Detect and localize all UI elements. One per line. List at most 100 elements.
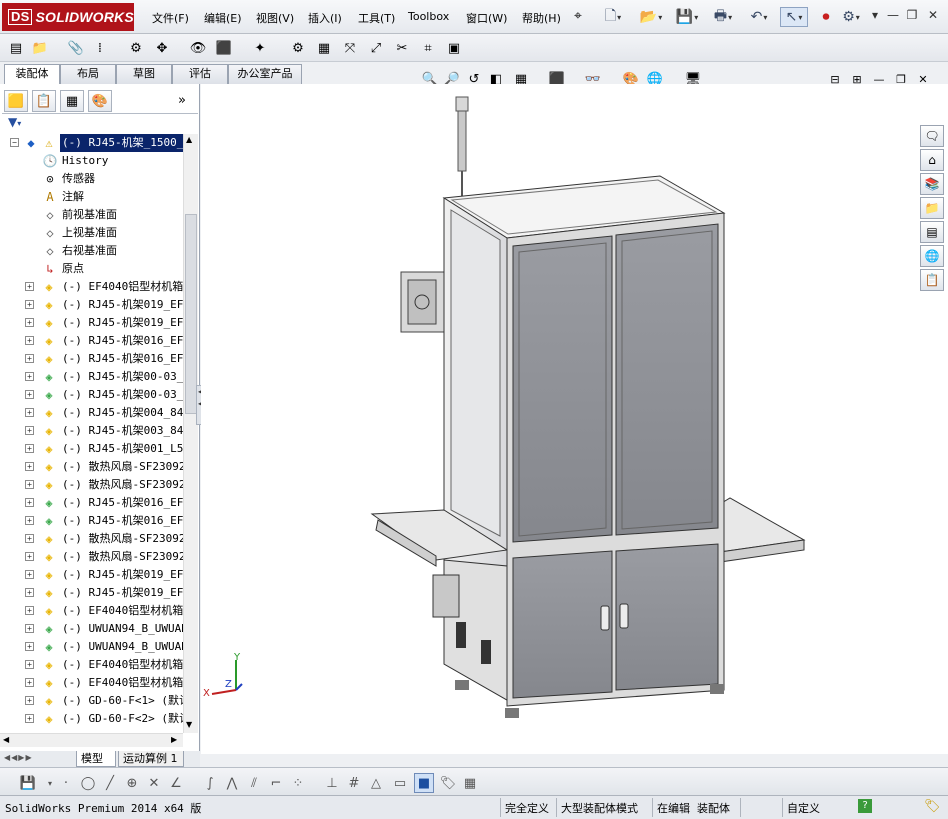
expand-icon[interactable]: + [25,552,34,561]
offset-icon[interactable]: ⫽ [244,773,264,793]
tab-sketch[interactable]: 草图 [116,64,172,84]
expand-icon[interactable]: + [25,588,34,597]
new-part-icon[interactable]: 📁 [30,38,50,58]
line-icon[interactable]: ╱ [100,773,120,793]
tag-status-icon[interactable]: 🏷 [924,799,941,814]
tree-component-row[interactable]: + ◈ (-) 散热风扇-SF23092 [0,458,183,476]
view-palette-icon[interactable]: ▤ [920,221,944,243]
tree-component-row[interactable]: + ◈ (-) UWUAN94_B_UWUAN9 [0,620,183,638]
minimize-icon[interactable]: — [884,8,902,24]
mirror-icon[interactable]: ⋀ [222,773,242,793]
tree-component-row[interactable]: + ◈ (-) RJ45-机架019_EF4 [0,314,183,332]
tree-component-row[interactable]: + ◈ (-) RJ45-机架00-03_L [0,368,183,386]
trim-icon[interactable]: ✕ [144,773,164,793]
expand-icon[interactable]: + [25,300,34,309]
expand-icon[interactable]: + [25,714,34,723]
tree-item[interactable]: ◇ 前视基准面 [0,206,183,224]
triangle-icon[interactable]: △ [366,773,386,793]
tab-model[interactable]: 模型 [76,751,116,767]
tree-component-row[interactable]: + ◈ (-) EF4040铝型材机箱 [0,656,183,674]
home-icon[interactable]: ⌂ [920,149,944,171]
clearance-verification-icon[interactable]: ⌗ [418,38,438,58]
tree-component-row[interactable]: + ◈ (-) 散热风扇-SF23092 [0,548,183,566]
scroll-thumb[interactable] [185,214,197,414]
panel-expand-icon[interactable]: » [178,93,186,108]
tab-evaluate[interactable]: 评估 [172,64,228,84]
tree-component-row[interactable]: + ◈ (-) GD-60-F<2> (默认 [0,710,183,728]
open-folder-icon[interactable]: 📂 ▾ [636,7,666,27]
save-icon[interactable]: 💾 ▾ [672,7,702,27]
expand-icon[interactable]: + [25,408,34,417]
tree-item[interactable]: ⊙ 传感器 [0,170,183,188]
move-component-icon[interactable]: ✥ [152,38,172,58]
expand-icon[interactable]: + [25,498,34,507]
grid-icon[interactable]: # [344,773,364,793]
rebuild-icon[interactable]: ⏺ [816,7,836,27]
angle-icon[interactable]: ∠ [166,773,186,793]
menu-toolbox[interactable]: Toolbox [408,10,449,23]
tree-item[interactable]: ↳ 原点 [0,260,183,278]
tree-component-row[interactable]: + ◈ (-) RJ45-机架004_840 [0,404,183,422]
tree-component-row[interactable]: + ◈ (-) RJ45-机架019_EF4 [0,566,183,584]
tree-component-row[interactable]: + ◈ (-) RJ45-机架016_EF4 [0,512,183,530]
solidworks-logo[interactable]: DS SOLIDWORKS [2,3,134,31]
tab-motion-study[interactable]: 运动算例 1 [118,751,184,767]
expand-icon[interactable]: + [25,516,34,525]
tree-component-row[interactable]: + ◈ (-) EF4040铝型材机箱 [0,602,183,620]
menu-window[interactable]: 窗口(W) [466,10,507,26]
expand-icon[interactable]: + [25,660,34,669]
smart-dimension-icon[interactable]: ⊕ [122,773,142,793]
close-icon[interactable]: ✕ [924,8,942,24]
tree-component-row[interactable]: + ◈ (-) 散热风扇-SF23092 [0,530,183,548]
options-icon[interactable]: ⚙ ▾ [836,7,866,27]
reference-geometry-icon[interactable]: ✦ [250,38,270,58]
construction-icon[interactable]: ⁘ [288,773,308,793]
corner-icon[interactable]: ⌐ [266,773,286,793]
filter-icon[interactable]: ▼▾ [2,115,198,133]
tree-component-row[interactable]: + ◈ (-) EF4040铝型材机箱 [0,278,183,296]
tree-item[interactable]: A 注解 [0,188,183,206]
show-hidden-icon[interactable]: 👁 [188,38,208,58]
display-manager-tab-icon[interactable]: 🎨 [88,90,112,112]
tree-component-row[interactable]: + ◈ (-) GD-60-F<1> (默认 [0,692,183,710]
expand-icon[interactable]: + [25,624,34,633]
insert-components-icon[interactable]: ▤ [6,38,26,58]
tree-component-row[interactable]: + ◈ (-) RJ45-机架019_EF4 [0,296,183,314]
expand-icon[interactable]: + [25,390,34,399]
tree-item[interactable]: 🕓 History [0,152,183,170]
tree-item[interactable]: ◇ 右视基准面 [0,242,183,260]
menu-file[interactable]: 文件(F) [152,10,189,26]
tree-component-row[interactable]: + ◈ (-) RJ45-机架001_L59 [0,440,183,458]
expand-icon[interactable]: + [25,354,34,363]
mate-icon[interactable]: 📎 [66,38,86,58]
hole-alignment-icon[interactable]: ▣ [444,38,464,58]
design-library-icon[interactable]: 📚 [920,173,944,195]
expand-icon[interactable]: + [25,336,34,345]
property-manager-tab-icon[interactable]: 📋 [32,90,56,112]
feature-manager-tab-icon[interactable]: 🟨 [4,90,28,112]
shaded-display-icon[interactable]: ■ [414,773,434,793]
tab-scroll-arrows-icon[interactable]: ◀◀▶▶ [4,753,33,762]
expand-icon[interactable]: + [25,570,34,579]
expand-icon[interactable]: + [25,282,34,291]
bill-of-materials-icon[interactable]: ▦ [314,38,334,58]
tree-vertical-scrollbar[interactable]: ▲ ▼ [183,134,198,733]
menu-help[interactable]: 帮助(H) [522,10,561,26]
tree-component-row[interactable]: + ◈ (-) RJ45-机架016_EF4 [0,350,183,368]
menu-insert[interactable]: 插入(I) [308,10,342,26]
spline-icon[interactable]: ∫ [200,773,220,793]
tree-component-row[interactable]: + ◈ (-) EF4040铝型材机箱 [0,674,183,692]
help-icon[interactable]: ? [858,799,872,813]
linear-pattern-icon[interactable]: ⁞ [90,38,110,58]
expand-icon[interactable]: + [25,534,34,543]
tab-assembly[interactable]: 装配体 [4,64,60,85]
expand-icon[interactable]: + [25,444,34,453]
expand-icon[interactable]: + [25,480,34,489]
tree-component-row[interactable]: + ◈ (-) RJ45-机架016_EF4 [0,332,183,350]
expand-icon[interactable]: + [25,462,34,471]
expand-icon[interactable]: + [25,318,34,327]
menu-tools[interactable]: 工具(T) [358,10,395,26]
linear-pattern-icon[interactable]: ⊥ [322,773,342,793]
units-selector[interactable]: 自定义 [782,798,824,817]
tree-component-row[interactable]: + ◈ (-) UWUAN94_B_UWUAN9 [0,638,183,656]
